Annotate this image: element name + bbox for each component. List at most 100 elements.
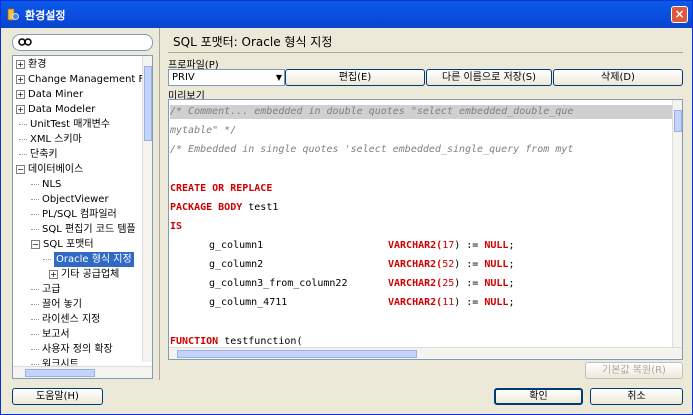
code-line: CREATE OR REPLACE xyxy=(170,183,273,194)
tree-connector xyxy=(31,364,39,365)
code-token: VARCHAR2( xyxy=(388,259,443,270)
tree-node[interactable]: 고급 xyxy=(31,282,60,297)
preview-editor[interactable]: /* Comment... embedded in double quotes … xyxy=(168,99,683,360)
scroll-thumb[interactable] xyxy=(25,369,95,377)
variable-name: g_column1 xyxy=(209,240,264,251)
code-token: 25 xyxy=(442,278,455,289)
code-keyword: PACKAGE BODY xyxy=(170,202,243,213)
editor-vertical-scrollbar[interactable] xyxy=(672,100,682,348)
tree-node-label: UnitTest 매개변수 xyxy=(30,119,111,130)
tree-connector xyxy=(31,214,39,215)
expand-icon[interactable]: + xyxy=(16,105,25,114)
delete-button[interactable]: 삭제(D) xyxy=(553,69,683,86)
tree-node[interactable]: + 환경 xyxy=(16,57,46,72)
preferences-tree[interactable]: + 환경 + Change Management F + Data Miner + Data … xyxy=(12,55,153,379)
tree-connector xyxy=(19,154,27,155)
variable-type: VARCHAR2(11) := NULL; xyxy=(388,296,514,310)
tree-node-label: SQL 포맷터 xyxy=(43,239,94,250)
variable-name: g_column_4711 xyxy=(209,297,288,308)
code-text: test1 xyxy=(242,202,279,213)
restore-defaults-button[interactable]: 기본값 복원(R) xyxy=(585,362,683,379)
code-token: ) := xyxy=(454,259,485,270)
tree-node[interactable]: 사용자 정의 확장 xyxy=(31,342,113,357)
tree-node[interactable]: 보고서 xyxy=(31,327,70,342)
code-keyword: FUNCTION xyxy=(170,336,219,347)
tree-node[interactable]: − 데이터베이스 xyxy=(16,162,83,177)
code-token: NULL xyxy=(484,278,509,289)
tree-connector xyxy=(31,289,39,290)
code-line: mytable" */ xyxy=(170,125,237,136)
tree-horizontal-scrollbar[interactable] xyxy=(13,366,152,378)
code-token: ) := xyxy=(454,240,485,251)
tree-node[interactable]: NLS xyxy=(31,177,61,192)
tree-node[interactable]: + Data Modeler xyxy=(16,102,95,117)
code-token: ; xyxy=(508,240,515,251)
code-token: ) := xyxy=(454,297,485,308)
help-button[interactable]: 도움말(H) xyxy=(12,388,103,405)
collapse-icon[interactable]: − xyxy=(16,165,25,174)
code-line: /* Comment... embedded in double quotes … xyxy=(170,105,672,119)
tree-connector xyxy=(31,334,39,335)
tree-connector xyxy=(31,199,39,200)
scroll-thumb[interactable] xyxy=(144,66,152,141)
tree-node[interactable]: + 기타 공급업체 xyxy=(49,267,119,282)
tree-node-label: SQL 편집기 코드 템플 xyxy=(42,224,136,235)
page-title: SQL 포맷터: Oracle 형식 지정 xyxy=(168,34,683,53)
save-as-button[interactable]: 다른 이름으로 저장(S) xyxy=(426,69,552,86)
code-token: VARCHAR2( xyxy=(388,297,443,308)
code-token: ; xyxy=(508,278,515,289)
tree-node-label: ObjectViewer xyxy=(42,194,109,205)
tree-node[interactable]: 단축키 xyxy=(19,147,58,162)
variable-type: VARCHAR2(17) := NULL; xyxy=(388,239,514,253)
tree-vertical-scrollbar[interactable] xyxy=(142,56,152,362)
tree-node[interactable]: UnitTest 매개변수 xyxy=(19,117,110,132)
scroll-thumb[interactable] xyxy=(674,110,682,132)
tree-node-label: 라이센스 지정 xyxy=(42,314,101,325)
tree-node[interactable]: 끌어 놓기 xyxy=(31,297,82,312)
splitter[interactable] xyxy=(159,28,160,380)
editor-horizontal-scrollbar[interactable] xyxy=(169,347,682,359)
profile-select[interactable]: PRIV ▼ xyxy=(168,69,285,86)
tree-node[interactable]: 라이센스 지정 xyxy=(31,312,100,327)
title-bar: 환경설정 × xyxy=(1,1,692,28)
tree-node-label: 단축키 xyxy=(30,149,58,160)
code-token: 52 xyxy=(442,259,455,270)
expand-icon[interactable]: + xyxy=(49,270,58,279)
code-token: NULL xyxy=(484,297,509,308)
tree-node[interactable]: ObjectViewer xyxy=(31,192,109,207)
code-token: VARCHAR2( xyxy=(388,278,443,289)
tree-node[interactable]: + Data Miner xyxy=(16,87,83,102)
app-icon xyxy=(6,8,20,22)
variable-name: g_column2 xyxy=(209,259,264,270)
tree-node-label: 끌어 놓기 xyxy=(42,299,82,310)
tree-node[interactable]: Oracle 형식 지정 xyxy=(43,252,134,267)
tree-connector xyxy=(31,349,39,350)
code-token: NULL xyxy=(484,240,509,251)
expand-icon[interactable]: + xyxy=(16,60,25,69)
tree-connector xyxy=(31,184,39,185)
expand-icon[interactable]: + xyxy=(16,75,25,84)
tree-node[interactable]: − SQL 포맷터 xyxy=(31,237,94,252)
code-line: PACKAGE BODY test1 xyxy=(170,201,278,215)
cancel-button[interactable]: 취소 xyxy=(590,388,683,405)
code-line: /* Embedded in single quotes 'select emb… xyxy=(170,144,574,155)
search-input[interactable] xyxy=(12,34,153,51)
tree-node-label: NLS xyxy=(42,179,62,190)
tree-node-label: 데이터베이스 xyxy=(28,164,84,175)
tree-node[interactable]: PL/SQL 컴파일러 xyxy=(31,207,117,222)
tree-connector xyxy=(31,319,39,320)
tree-connector xyxy=(19,139,27,140)
tree-node[interactable]: XML 스키마 xyxy=(19,132,82,147)
scroll-thumb[interactable] xyxy=(177,350,417,358)
ok-button[interactable]: 확인 xyxy=(494,388,583,405)
tree-node-label: PL/SQL 컴파일러 xyxy=(42,209,117,220)
tree-node[interactable]: SQL 편집기 코드 템플 xyxy=(31,222,136,237)
tree-node-label: Data Miner xyxy=(28,89,84,100)
edit-button[interactable]: 편집(E) xyxy=(285,69,425,86)
variable-type: VARCHAR2(25) := NULL; xyxy=(388,277,514,291)
close-button[interactable]: × xyxy=(671,6,688,23)
expand-icon[interactable]: + xyxy=(16,90,25,99)
code-token: NULL xyxy=(484,259,509,270)
tree-node[interactable]: + Change Management F xyxy=(16,72,144,87)
collapse-icon[interactable]: − xyxy=(31,240,40,249)
